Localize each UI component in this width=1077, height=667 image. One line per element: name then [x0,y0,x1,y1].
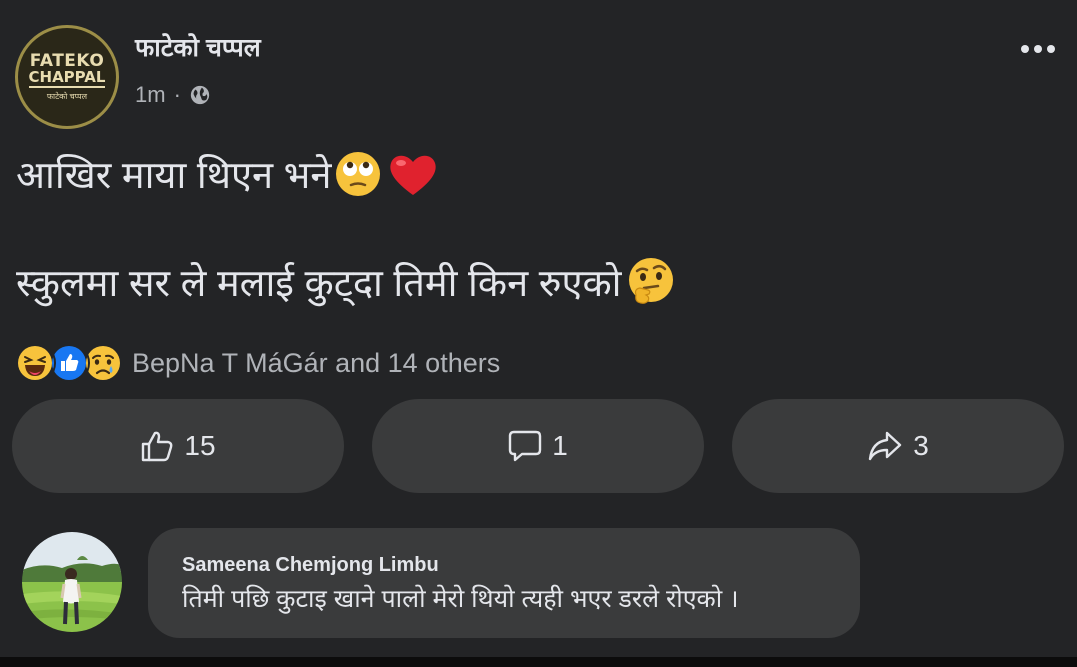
post-text-1: आखिर माया थिएन भने [16,155,332,197]
ellipsis-icon[interactable] [1021,45,1055,53]
meta-separator: · [173,82,181,107]
post-text-line-1: आखिर माया थिएन भने [16,148,441,200]
commenter-avatar[interactable] [20,530,124,634]
bottom-edge [0,657,1077,667]
post-text-line-2: स्कुलमा सर ले मलाई कुट्दा तिमी किन रुएको [16,255,678,309]
reaction-names[interactable]: BepNa T MáGár and 14 others [132,348,500,379]
share-button[interactable]: 3 [732,399,1064,493]
commenter-photo [22,532,122,632]
logo-text-line1: FATEKO [29,50,105,71]
comment-icon [509,430,542,462]
post-text-2: स्कुलमा सर ले मलाई कुट्दा तिमी किन रुएको [16,263,622,305]
like-count: 15 [184,430,216,461]
logo-text-line2: CHAPPAL [28,67,106,88]
like-button[interactable]: 15 [12,399,344,493]
comment-bubble[interactable]: Sameena Chemjong Limbu तिमी पछि कुटाइ खा… [148,528,860,638]
post-meta: 1m · [135,82,211,108]
comment-text: तिमी पछि कुटाइ खाने पालो मेरो थियो त्यही… [182,585,739,613]
logo-text-line3: फाटेको चप्पल [46,91,88,101]
thinking-face-emoji [628,258,673,304]
share-count: 3 [913,430,929,461]
thumbs-up-icon [142,431,173,462]
page-name-link[interactable]: फाटेको चप्पल [135,30,261,64]
reactions-summary[interactable]: BepNa T MáGár and 14 others [14,342,500,384]
face-with-rolling-eyes-emoji [336,152,381,196]
facebook-post: FATEKO CHAPPAL फाटेको चप्पल फाटेको चप्पल… [0,0,1077,667]
globe-icon [190,85,210,105]
comment-button[interactable]: 1 [372,399,704,493]
red-heart-emoji [390,155,437,195]
haha-reaction-icon [14,342,56,384]
share-arrow-icon [869,431,902,461]
comment-author[interactable]: Sameena Chemjong Limbu [182,554,826,577]
page-avatar[interactable]: FATEKO CHAPPAL फाटेको चप्पल [15,25,119,129]
comment-count: 1 [552,430,568,461]
post-timestamp[interactable]: 1m [135,82,166,108]
